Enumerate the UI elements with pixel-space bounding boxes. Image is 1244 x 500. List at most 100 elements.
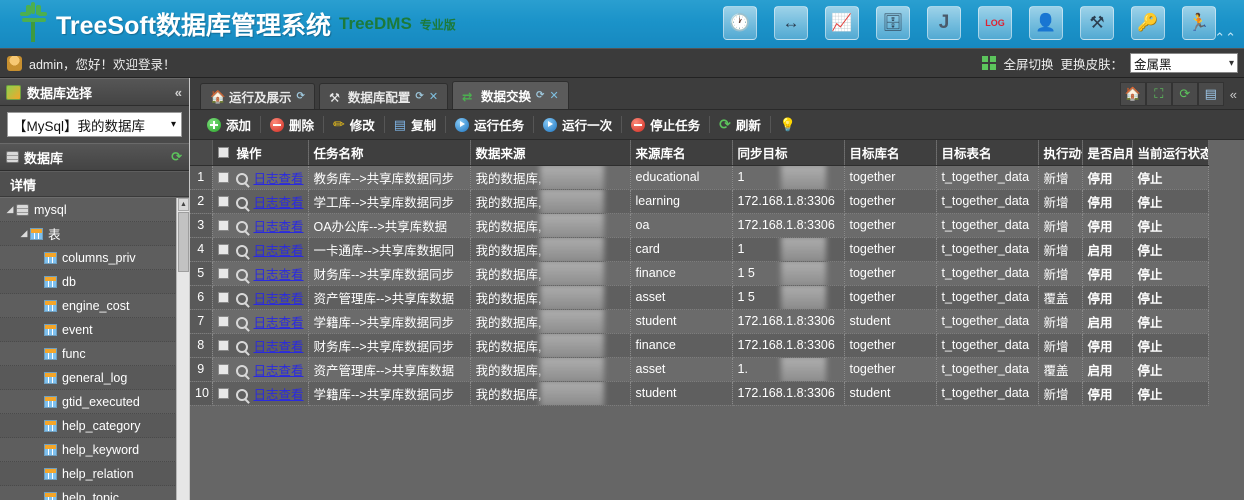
add-button[interactable]: 添加 bbox=[198, 114, 260, 136]
key-icon[interactable]: 🔑 bbox=[1131, 6, 1165, 40]
tab-refresh-icon[interactable]: ⟳ bbox=[536, 90, 544, 101]
table-row[interactable]: 3 日志查看 OA办公库-->共享库数据 我的数据库, oa 172.168.1.8:33… bbox=[190, 213, 1209, 238]
search-icon[interactable] bbox=[235, 268, 248, 281]
refresh-button[interactable]: ⟳ 刷新 bbox=[710, 114, 770, 136]
tree-node[interactable]: ◢ 表 bbox=[0, 222, 189, 246]
log-view-link[interactable]: 日志查看 bbox=[254, 196, 304, 210]
tree-node[interactable]: help_topic bbox=[0, 486, 189, 500]
tip-bulb-button[interactable]: 💡 bbox=[771, 114, 805, 136]
tab-refresh-icon[interactable]: ⟳ bbox=[297, 91, 305, 102]
column-header[interactable]: 数据来源 bbox=[470, 140, 631, 166]
log-view-link[interactable]: 日志查看 bbox=[254, 364, 304, 378]
tree-node[interactable]: event bbox=[0, 318, 189, 342]
search-icon[interactable] bbox=[235, 388, 248, 401]
log-view-link[interactable]: 日志查看 bbox=[254, 220, 304, 234]
user-admin-icon[interactable]: 👤 bbox=[1029, 6, 1063, 40]
search-icon[interactable] bbox=[235, 220, 248, 233]
column-header[interactable]: 执行动作 bbox=[1038, 140, 1083, 166]
banner-collapse-icon[interactable]: ⌃⌃ bbox=[1214, 30, 1236, 46]
table-row[interactable]: 6 日志查看 资产管理库-->共享库数据 我的数据库, asset 1 5 together… bbox=[190, 285, 1209, 310]
tree-scrollbar[interactable]: ▲ bbox=[176, 198, 189, 500]
tab-1[interactable]: ⚒ 数据库配置 ⟳ ✕ bbox=[318, 83, 449, 109]
tree-node[interactable]: columns_priv bbox=[0, 246, 189, 270]
search-icon[interactable] bbox=[235, 196, 248, 209]
tree-node[interactable]: db bbox=[0, 270, 189, 294]
search-icon[interactable] bbox=[235, 292, 248, 305]
table-row[interactable]: 5 日志查看 财务库-->共享库数据同步 我的数据库, finance 1 5 togeth… bbox=[190, 261, 1209, 286]
window-list-button[interactable]: ▤ bbox=[1197, 82, 1224, 106]
database-tree[interactable]: ◢ mysql ◢ 表 columns_priv db engine_cost event fu… bbox=[0, 197, 189, 500]
log-view-link[interactable]: 日志查看 bbox=[254, 268, 304, 282]
row-checkbox[interactable] bbox=[217, 171, 229, 183]
sidebar-collapse-icon[interactable]: « bbox=[175, 85, 182, 100]
run-task-button[interactable]: 运行任务 bbox=[446, 114, 533, 136]
log-view-link[interactable]: 日志查看 bbox=[254, 244, 304, 258]
chart-icon[interactable]: 📈 bbox=[825, 6, 859, 40]
table-row[interactable]: 8 日志查看 财务库-->共享库数据同步 我的数据库, finance 172.168.1… bbox=[190, 333, 1209, 358]
row-checkbox[interactable] bbox=[217, 339, 229, 351]
table-row[interactable]: 2 日志查看 学工库-->共享库数据同步 我的数据库, learning 172.168.… bbox=[190, 189, 1209, 214]
skin-select[interactable]: 金属黑 ▾ bbox=[1130, 53, 1238, 73]
search-icon[interactable] bbox=[235, 316, 248, 329]
row-checkbox[interactable] bbox=[217, 195, 229, 207]
column-header[interactable]: 当前运行状态 bbox=[1132, 140, 1209, 166]
tree-node[interactable]: general_log bbox=[0, 366, 189, 390]
tree-node[interactable]: engine_cost bbox=[0, 294, 189, 318]
row-checkbox[interactable] bbox=[217, 219, 229, 231]
tab-close-icon[interactable]: ✕ bbox=[429, 90, 438, 103]
tab-refresh-icon[interactable]: ⟳ bbox=[415, 91, 423, 102]
column-header[interactable]: 目标表名 bbox=[936, 140, 1039, 166]
refresh-button[interactable]: ⟳ bbox=[1171, 82, 1198, 106]
log-view-link[interactable]: 日志查看 bbox=[254, 172, 304, 186]
table-row[interactable]: 1 日志查看 教务库-->共享库数据同步 我的数据库, educational 1 toge… bbox=[190, 165, 1209, 190]
log-view-link[interactable]: 日志查看 bbox=[254, 316, 304, 330]
database-icon[interactable]: 🗄 bbox=[876, 6, 910, 40]
row-checkbox[interactable] bbox=[217, 243, 229, 255]
scroll-up-icon[interactable]: ▲ bbox=[178, 198, 189, 211]
select-all-checkbox[interactable] bbox=[217, 146, 229, 158]
copy-button[interactable]: ▤ 复制 bbox=[385, 114, 445, 136]
home-button[interactable]: 🏠 bbox=[1119, 82, 1146, 106]
scroll-thumb[interactable] bbox=[178, 212, 189, 272]
run-once-button[interactable]: 运行一次 bbox=[534, 114, 621, 136]
column-header[interactable]: 任务名称 bbox=[308, 140, 471, 166]
search-icon[interactable] bbox=[235, 244, 248, 257]
column-header[interactable]: 操作 bbox=[212, 140, 309, 166]
delete-button[interactable]: 删除 bbox=[261, 114, 323, 136]
fullscreen-toggle-label[interactable]: 全屏切换 bbox=[1003, 54, 1053, 73]
sync-arrows-icon[interactable]: ↔ bbox=[774, 6, 808, 40]
table-row[interactable]: 4 日志查看 一卡通库-->共享库数据同 我的数据库, card 1 together t_t… bbox=[190, 237, 1209, 262]
table-row[interactable]: 7 日志查看 学籍库-->共享库数据同步 我的数据库, student 172.168.1… bbox=[190, 309, 1209, 334]
log-view-link[interactable]: 日志查看 bbox=[254, 292, 304, 306]
database-select[interactable]: 【MySql】我的数据库 ▾ bbox=[7, 112, 182, 137]
tab-0[interactable]: 🏠 运行及展示 ⟳ bbox=[200, 83, 315, 109]
tree-node[interactable]: help_category bbox=[0, 414, 189, 438]
java-icon[interactable]: J bbox=[927, 6, 961, 40]
tree-expand-icon[interactable]: ◢ bbox=[4, 204, 16, 215]
row-checkbox[interactable] bbox=[217, 387, 229, 399]
person-run-icon[interactable]: 🏃 bbox=[1182, 6, 1216, 40]
fullscreen-button[interactable]: ⛶ bbox=[1145, 82, 1172, 106]
column-header[interactable]: 同步目标 bbox=[732, 140, 845, 166]
column-header[interactable]: 是否启用 bbox=[1082, 140, 1133, 166]
tree-expand-icon[interactable]: ◢ bbox=[18, 228, 30, 239]
log-file-icon[interactable]: LOG bbox=[978, 6, 1012, 40]
tree-node[interactable]: help_keyword bbox=[0, 438, 189, 462]
tree-node[interactable]: help_relation bbox=[0, 462, 189, 486]
stop-task-button[interactable]: 停止任务 bbox=[622, 114, 709, 136]
tree-node[interactable]: gtid_executed bbox=[0, 390, 189, 414]
fullscreen-toggle-icon[interactable] bbox=[982, 56, 997, 70]
tab-2[interactable]: ⇄ 数据交换 ⟳ ✕ bbox=[452, 81, 569, 109]
tab-close-icon[interactable]: ✕ bbox=[549, 89, 558, 102]
row-checkbox[interactable] bbox=[217, 315, 229, 327]
tree-node[interactable]: ◢ mysql bbox=[0, 198, 189, 222]
log-view-link[interactable]: 日志查看 bbox=[254, 340, 304, 354]
row-checkbox[interactable] bbox=[217, 267, 229, 279]
tools-icon[interactable]: ⚒ bbox=[1080, 6, 1114, 40]
table-row[interactable]: 10 日志查看 学籍库-->共享库数据同步 我的数据库, student 172.168.… bbox=[190, 381, 1209, 406]
row-checkbox[interactable] bbox=[217, 363, 229, 375]
column-header[interactable]: 目标库名 bbox=[844, 140, 937, 166]
search-icon[interactable] bbox=[235, 340, 248, 353]
row-checkbox[interactable] bbox=[217, 291, 229, 303]
db-refresh-icon[interactable]: ⟳ bbox=[171, 149, 182, 165]
